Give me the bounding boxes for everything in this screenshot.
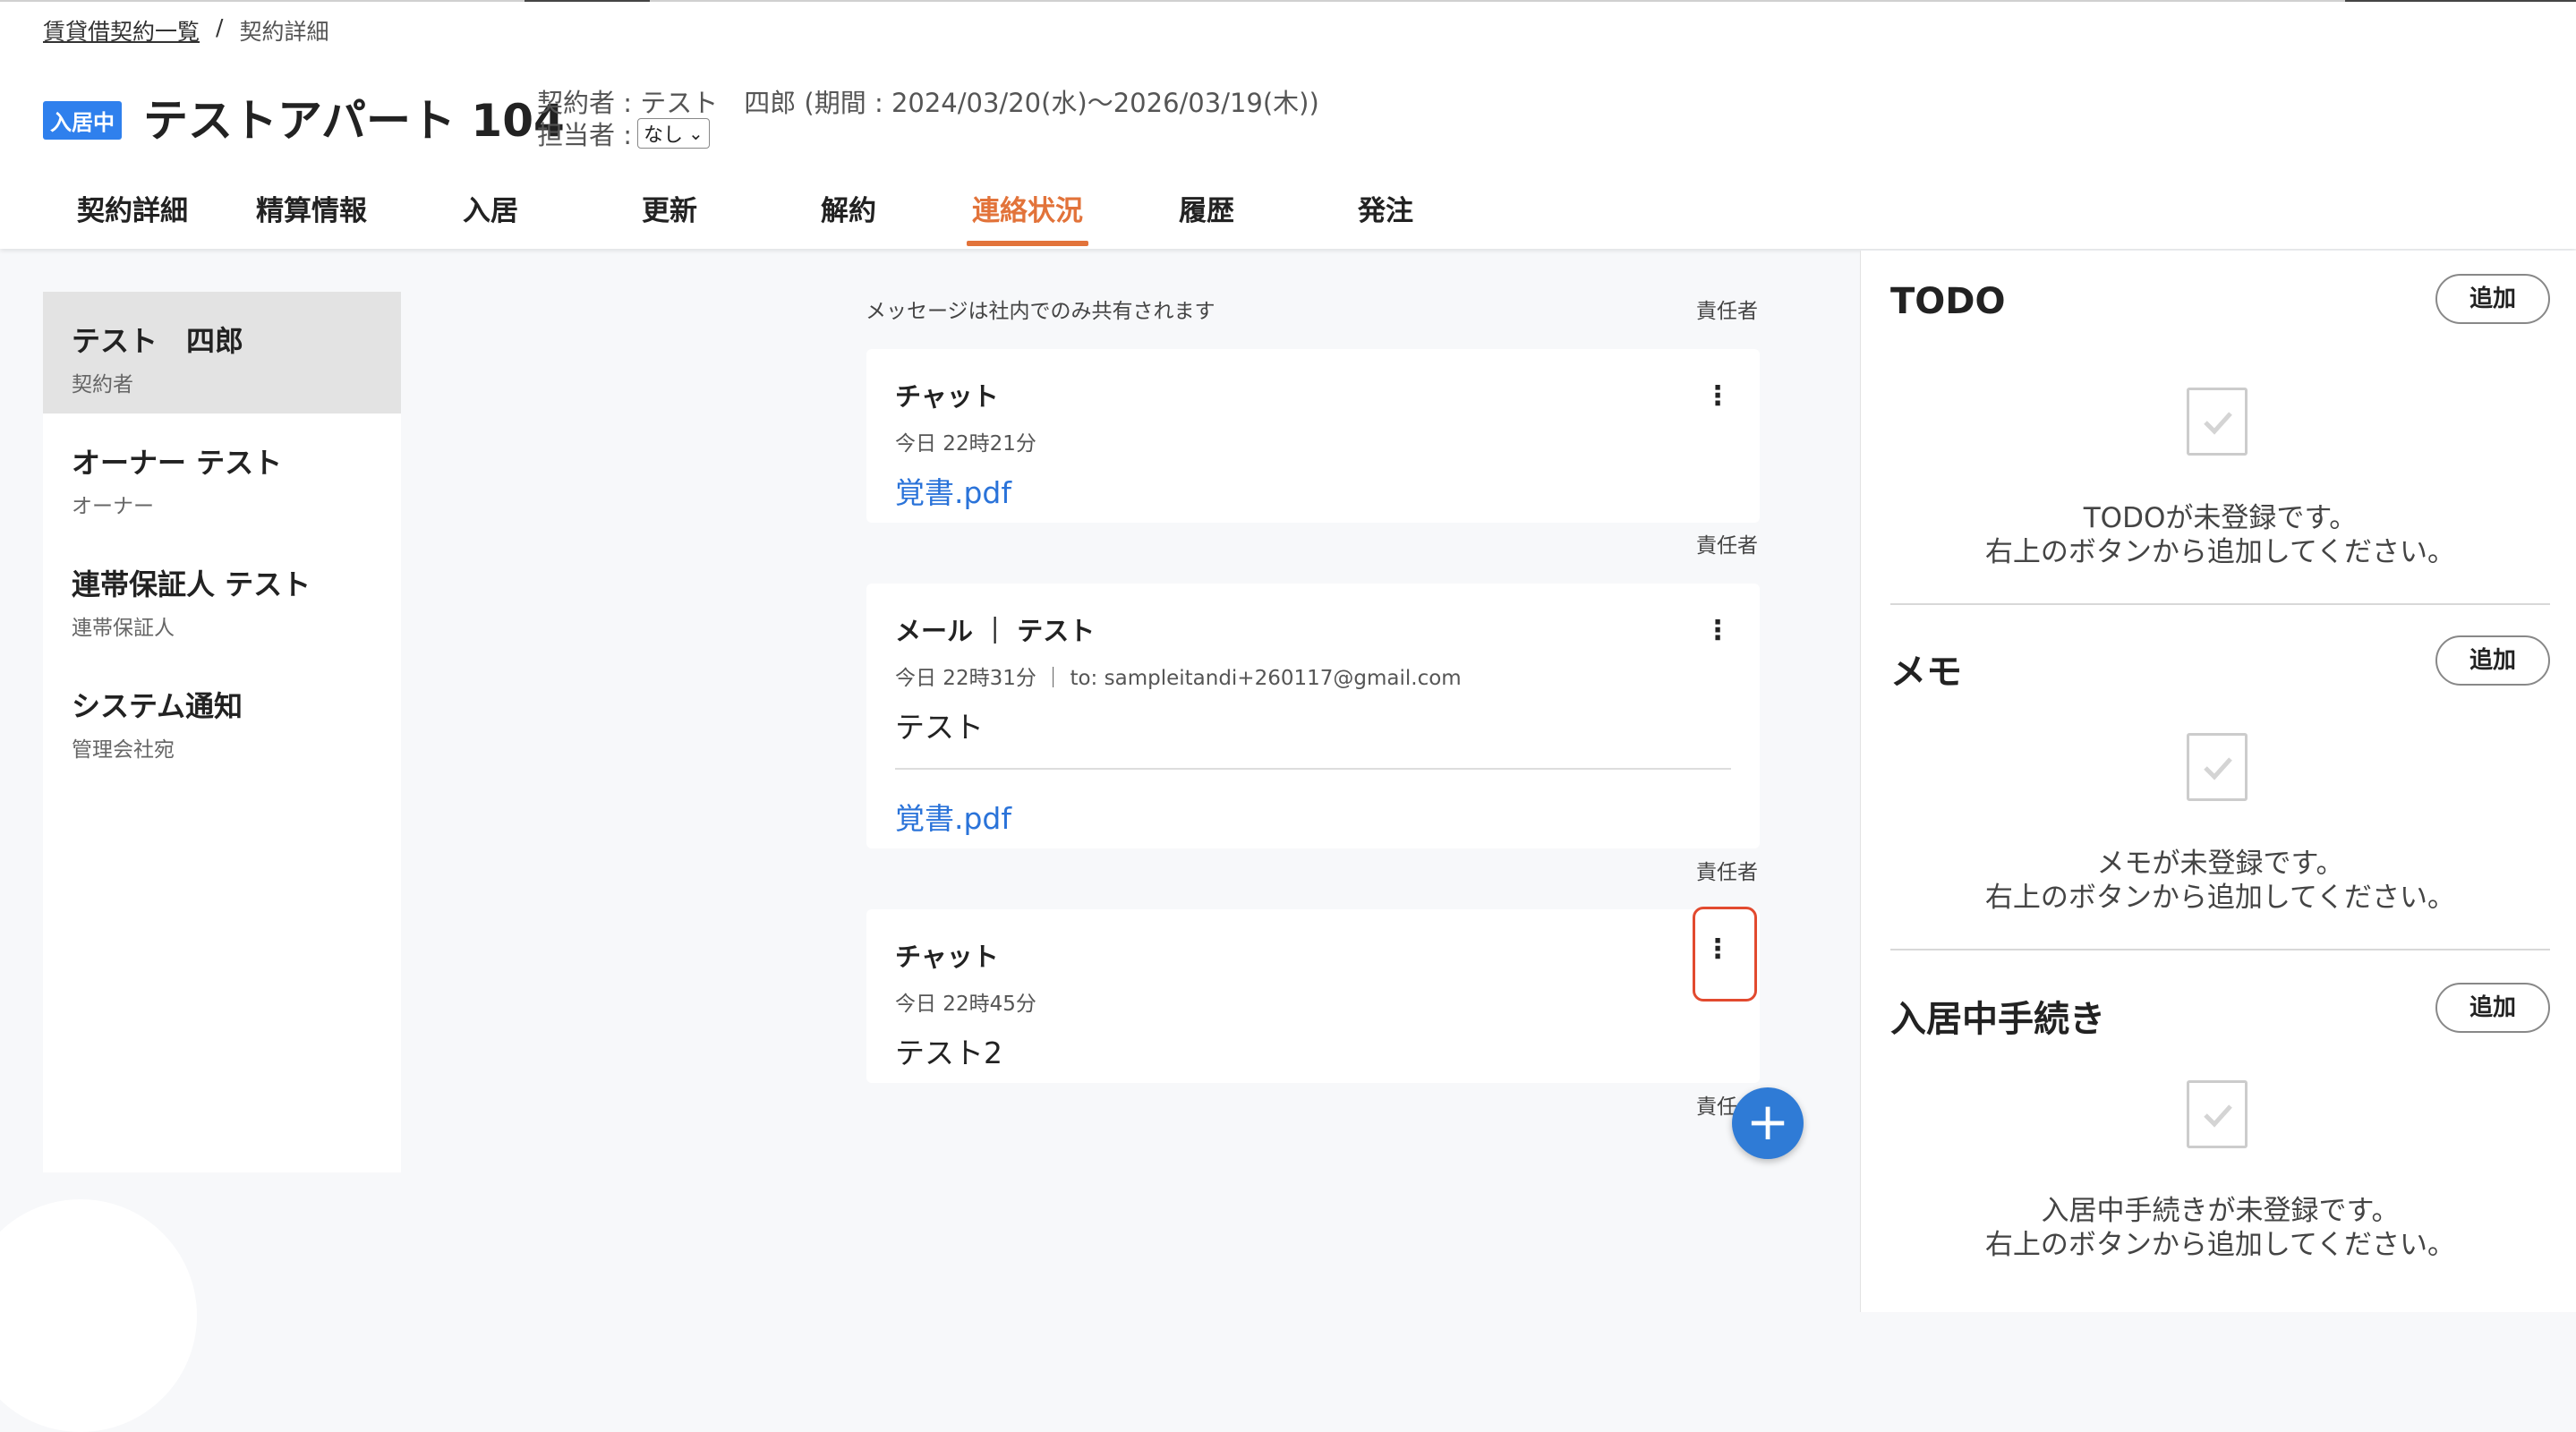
message-title: チャット xyxy=(895,942,999,972)
tab-renewal[interactable]: 更新 xyxy=(580,188,759,246)
decorative-corner xyxy=(0,1199,197,1432)
tab-history[interactable]: 履歴 xyxy=(1117,188,1296,246)
tab-contract-details[interactable]: 契約詳細 xyxy=(43,188,222,246)
responsible-label: 責任者 xyxy=(1696,861,1758,884)
contact-list: テスト 四郎 契約者 オーナー テスト オーナー 連帯保証人 テスト 連帯保証人… xyxy=(43,292,401,1172)
right-panel: TODO 追加 TODOが未登録です。 右上のボタンから追加してください。 メモ… xyxy=(1860,251,2576,1312)
breadcrumb-link-contracts[interactable]: 賃貸借契約一覧 xyxy=(43,14,200,47)
message-card: メール ｜ テスト 今日 22時31分 ｜ to: sampleitandi+2… xyxy=(866,584,1760,848)
contact-item-owner[interactable]: オーナー テスト オーナー xyxy=(43,413,401,535)
highlight-box xyxy=(1693,907,1757,1002)
memo-section: メモ 追加 メモが未登録です。 右上のボタンから追加してください。 xyxy=(1890,635,2550,950)
empty-message-line1: 入居中手続きが未登録です。 xyxy=(2041,1195,2400,1227)
attachment-link[interactable]: 覚書.pdf xyxy=(895,469,1011,512)
contact-role: オーナー xyxy=(72,495,154,518)
message-title: メール ｜ テスト xyxy=(895,616,1096,646)
assignee-select[interactable]: なし ⌄ xyxy=(637,118,710,149)
contact-item-contractor[interactable]: テスト 四郎 契約者 xyxy=(43,292,401,413)
breadcrumb-separator: / xyxy=(216,14,224,40)
message-time: 今日 22時31分 ｜ to: sampleitandi+260117@gmai… xyxy=(895,667,1462,690)
status-badge: 入居中 xyxy=(43,101,122,140)
contact-item-guarantor[interactable]: 連帯保証人 テスト 連帯保証人 xyxy=(43,535,401,657)
section-title: メモ xyxy=(1890,652,1962,693)
tab-move-in[interactable]: 入居 xyxy=(401,188,580,246)
contact-name: オーナー テスト xyxy=(72,446,283,480)
tab-settlement[interactable]: 精算情報 xyxy=(222,188,401,246)
top-border xyxy=(0,0,2576,2)
more-options-icon[interactable]: ⋮ xyxy=(1704,618,1731,644)
add-procedure-button[interactable]: 追加 xyxy=(2435,983,2550,1033)
checkbox-icon xyxy=(2187,733,2248,801)
add-message-button[interactable]: + xyxy=(1732,1087,1804,1159)
page-title: テストアパート 104 xyxy=(143,95,565,147)
message-card: チャット 今日 22時45分 テスト2 ⋮ xyxy=(866,909,1760,1083)
tab-cancellation[interactable]: 解約 xyxy=(759,188,938,246)
assignee-value: なし xyxy=(644,124,684,147)
responsible-label: 責任者 xyxy=(1696,300,1758,323)
message-title: チャット xyxy=(895,381,999,412)
empty-message-line2: 右上のボタンから追加してください。 xyxy=(1984,536,2456,568)
attachment-divider xyxy=(895,768,1731,770)
assignee-row: 担当者 : なし ⌄ xyxy=(537,115,710,152)
todo-section: TODO 追加 TODOが未登録です。 右上のボタンから追加してください。 xyxy=(1890,274,2550,605)
section-title: TODO xyxy=(1890,281,2006,322)
move-in-procedures-section: 入居中手続き 追加 入居中手続きが未登録です。 右上のボタンから追加してください… xyxy=(1890,983,2550,1261)
message-body: テスト xyxy=(895,710,984,745)
tab-bar: 契約詳細 精算情報 入居 更新 解約 連絡状況 履歴 発注 xyxy=(43,188,1475,246)
active-tab-indicator xyxy=(967,241,1088,246)
empty-message-line2: 右上のボタンから追加してください。 xyxy=(1984,1229,2456,1261)
breadcrumb: 賃貸借契約一覧 / 契約詳細 xyxy=(43,14,328,47)
contact-name: 連帯保証人 テスト xyxy=(72,567,311,601)
message-card: チャット 今日 22時21分 覚書.pdf ⋮ xyxy=(866,349,1760,523)
message-share-note: メッセージは社内でのみ共有されます xyxy=(866,300,1215,323)
assignee-label: 担当者 : xyxy=(537,120,632,150)
add-memo-button[interactable]: 追加 xyxy=(2435,635,2550,686)
tab-orders[interactable]: 発注 xyxy=(1296,188,1475,246)
section-title: 入居中手続き xyxy=(1890,999,2105,1040)
empty-message-line1: メモが未登録です。 xyxy=(2096,848,2344,880)
contact-role: 管理会社宛 xyxy=(72,738,175,762)
responsible-label: 責任者 xyxy=(1696,534,1758,558)
tab-contact-status[interactable]: 連絡状況 xyxy=(938,188,1117,246)
page-header: 賃貸借契約一覧 / 契約詳細 入居中 テストアパート 104 契約者 : テスト… xyxy=(0,0,2576,249)
contact-name: システム通知 xyxy=(72,689,243,723)
chevron-down-icon: ⌄ xyxy=(688,123,704,144)
checkbox-icon xyxy=(2187,388,2248,456)
checkbox-icon xyxy=(2187,1080,2248,1148)
section-divider xyxy=(1890,949,2550,950)
contact-role: 契約者 xyxy=(72,373,133,396)
contact-role: 連帯保証人 xyxy=(72,617,175,640)
more-options-icon[interactable]: ⋮ xyxy=(1704,383,1731,410)
empty-message-line2: 右上のボタンから追加してください。 xyxy=(1984,882,2456,914)
add-todo-button[interactable]: 追加 xyxy=(2435,274,2550,324)
message-time: 今日 22時21分 xyxy=(895,432,1036,456)
breadcrumb-current: 契約詳細 xyxy=(239,19,329,45)
contact-name: テスト 四郎 xyxy=(72,324,244,358)
message-time: 今日 22時45分 xyxy=(895,993,1036,1016)
attachment-link[interactable]: 覚書.pdf xyxy=(895,795,1011,838)
empty-message-line1: TODOが未登録です。 xyxy=(2083,502,2358,534)
contact-item-system[interactable]: システム通知 管理会社宛 xyxy=(43,657,401,779)
section-divider xyxy=(1890,603,2550,605)
message-body: テスト2 xyxy=(895,1036,1002,1070)
responsible-label: 責任 xyxy=(1696,1095,1737,1119)
